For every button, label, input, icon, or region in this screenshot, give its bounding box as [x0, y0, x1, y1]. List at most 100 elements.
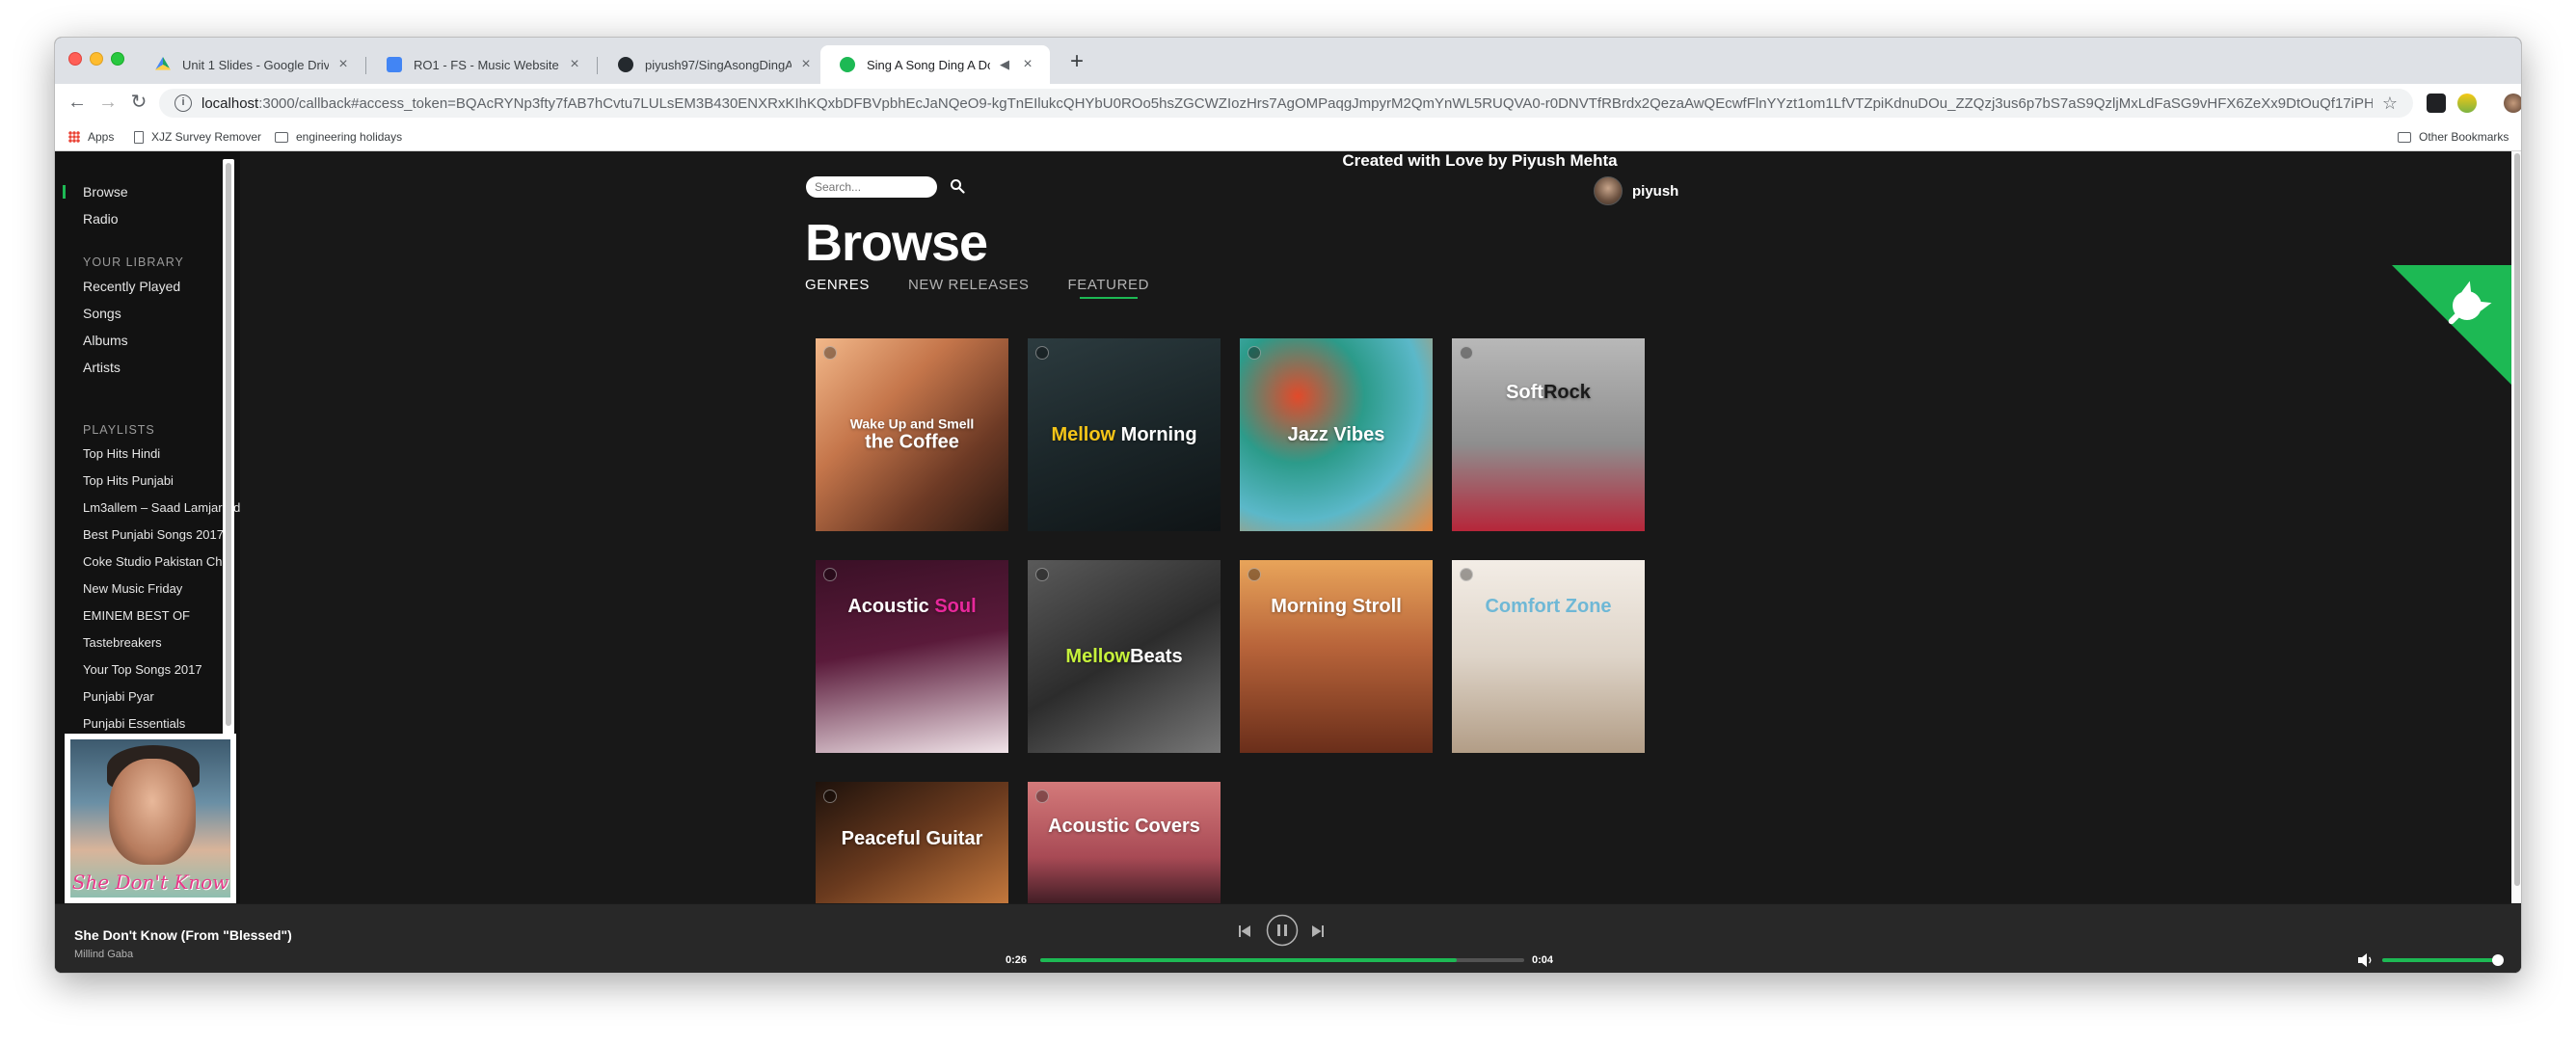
avatar: [1594, 176, 1623, 205]
sidebar-item-radio[interactable]: Radio: [83, 211, 119, 227]
music-app: Browse Radio YOUR LIBRARY Recently Playe…: [55, 151, 2521, 973]
github-icon: [618, 57, 633, 72]
reload-icon[interactable]: ↻: [126, 90, 151, 115]
sidebar-item-recently-played[interactable]: Recently Played: [83, 279, 180, 294]
playlist-title: Mellow Morning: [1028, 424, 1221, 445]
other-bookmarks[interactable]: Other Bookmarks: [2398, 130, 2509, 144]
sidebar-playlist[interactable]: Tastebreakers: [83, 635, 162, 650]
sidebar-playlist[interactable]: Top Hits Punjabi: [83, 473, 174, 488]
close-window-button[interactable]: [68, 52, 82, 66]
search-input[interactable]: [806, 176, 937, 198]
bookmark-xjz[interactable]: XJZ Survey Remover: [134, 130, 261, 144]
playlist-title-part: Soul: [934, 596, 977, 617]
playlist-title-part: Rock: [1543, 382, 1591, 403]
playlist-title-part: Wake Up and Smell: [849, 415, 975, 432]
next-track-icon[interactable]: [1310, 924, 1326, 939]
sidebar-playlist[interactable]: Coke Studio Pakistan Chill: [83, 554, 230, 569]
browser-tab-docs[interactable]: RO1 - FS - Music Website - Goog ×: [367, 45, 597, 84]
pause-button[interactable]: [1266, 914, 1299, 947]
tab-featured[interactable]: FEATURED: [1068, 277, 1150, 299]
bookmark-apps[interactable]: Apps: [68, 130, 114, 144]
site-info-icon[interactable]: i: [174, 94, 192, 112]
tab-separator: [365, 57, 366, 74]
profile-avatar[interactable]: [2504, 94, 2521, 113]
sidebar-playlist[interactable]: Top Hits Hindi: [83, 446, 160, 461]
previous-track-icon[interactable]: [1237, 924, 1252, 939]
spotify-icon: [840, 57, 855, 72]
bookmark-label: engineering holidays: [296, 130, 403, 144]
playlist-card[interactable]: SoftRock: [1452, 338, 1645, 531]
badge-icon: [823, 790, 837, 803]
extension-icon[interactable]: [2457, 94, 2477, 113]
close-tab-icon[interactable]: ×: [797, 56, 815, 73]
search-icon[interactable]: [950, 178, 965, 194]
track-artist[interactable]: Millind Gaba: [74, 949, 133, 960]
sidebar-item-albums[interactable]: Albums: [83, 333, 128, 348]
playlist-card[interactable]: Morning Stroll: [1240, 560, 1433, 753]
close-tab-icon[interactable]: ×: [1019, 56, 1036, 73]
remaining-time: 0:04: [1532, 954, 1554, 966]
sidebar-scrollbar[interactable]: [223, 159, 234, 737]
url-text[interactable]: localhost:3000/callback#access_token=BQA…: [201, 95, 2373, 112]
forward-icon[interactable]: →: [95, 90, 121, 115]
tab-genres[interactable]: GENRES: [805, 277, 870, 299]
credit-banner: Created with Love by Piyush Mehta: [1342, 151, 1618, 170]
github-corner-icon[interactable]: [2392, 265, 2511, 385]
playlist-card[interactable]: Peaceful Guitar: [816, 782, 1008, 903]
main-content: Created with Love by Piyush Mehta piyush…: [240, 151, 2521, 903]
sidebar-playlist[interactable]: Lm3allem – Saad Lamjarred: [83, 500, 240, 515]
address-bar[interactable]: i localhost:3000/callback#access_token=B…: [159, 89, 2413, 118]
mute-tab-icon[interactable]: ◀: [996, 57, 1013, 72]
tab-title: RO1 - FS - Music Website - Goog: [414, 57, 560, 72]
bookmark-label: Apps: [88, 130, 115, 144]
bookmark-engineering[interactable]: engineering holidays: [275, 130, 402, 144]
volume-slider[interactable]: [2382, 954, 2504, 966]
playlist-card[interactable]: Comfort Zone: [1452, 560, 1645, 753]
browser-tab-github[interactable]: piyush97/SingAsongDingADong: ×: [599, 45, 828, 84]
volume-knob[interactable]: [2492, 954, 2504, 966]
browser-tab-drive[interactable]: Unit 1 Slides - Google Drive ×: [136, 45, 365, 84]
close-tab-icon[interactable]: ×: [566, 56, 583, 73]
track-title[interactable]: She Don't Know (From "Blessed"): [74, 927, 292, 943]
playlist-card[interactable]: MellowBeats: [1028, 560, 1221, 753]
new-tab-button[interactable]: +: [1063, 49, 1090, 76]
playlist-card[interactable]: Wake Up and Smell the Coffee: [816, 338, 1008, 531]
back-icon[interactable]: ←: [65, 90, 90, 115]
folder-icon: [2398, 131, 2411, 143]
sidebar-playlist[interactable]: New Music Friday: [83, 581, 182, 596]
badge-icon: [1035, 346, 1049, 360]
badge-icon: [1035, 790, 1049, 803]
sidebar-playlist[interactable]: Your Top Songs 2017: [83, 662, 202, 677]
extension-icon[interactable]: [2427, 94, 2446, 113]
library-heading: YOUR LIBRARY: [83, 255, 184, 269]
sidebar-playlist[interactable]: Punjabi Essentials: [83, 716, 185, 731]
album-art-face: [109, 759, 196, 865]
bookmark-label: XJZ Survey Remover: [151, 130, 262, 144]
close-tab-icon[interactable]: ×: [335, 56, 352, 73]
sidebar-playlist[interactable]: EMINEM BEST OF: [83, 608, 190, 623]
playlist-title-part: Mellow: [1051, 424, 1116, 445]
playlist-title-part: Mellow: [1065, 646, 1131, 667]
bookmark-star-icon[interactable]: ☆: [2382, 94, 2398, 114]
sidebar-item-songs[interactable]: Songs: [83, 306, 121, 321]
minimize-window-button[interactable]: [90, 52, 103, 66]
browser-tab-active[interactable]: Sing A Song Ding A Dong ◀ ×: [820, 45, 1050, 84]
tab-new-releases[interactable]: NEW RELEASES: [908, 277, 1030, 299]
zoom-window-button[interactable]: [111, 52, 124, 66]
page-scrollbar[interactable]: [2511, 151, 2521, 903]
badge-icon: [1248, 568, 1261, 581]
user-menu[interactable]: piyush: [1594, 176, 1678, 205]
sidebar-playlist[interactable]: Best Punjabi Songs 2017: [83, 527, 224, 542]
playlist-card[interactable]: Mellow Morning: [1028, 338, 1221, 531]
sidebar-item-artists[interactable]: Artists: [83, 360, 121, 375]
sidebar-item-browse[interactable]: Browse: [83, 184, 128, 200]
volume-icon[interactable]: [2357, 952, 2375, 968]
playlist-card[interactable]: Acoustic Covers: [1028, 782, 1221, 903]
playlist-card[interactable]: Acoustic Soul: [816, 560, 1008, 753]
playlist-title: Acoustic Covers: [1048, 815, 1200, 837]
sidebar-playlist[interactable]: Punjabi Pyar: [83, 689, 154, 704]
playlist-title: MellowBeats: [1028, 646, 1221, 667]
progress-bar[interactable]: [1040, 958, 1524, 962]
playlist-card[interactable]: Jazz Vibes: [1240, 338, 1433, 531]
bookmarks-bar: Apps XJZ Survey Remover engineering holi…: [55, 122, 2521, 151]
